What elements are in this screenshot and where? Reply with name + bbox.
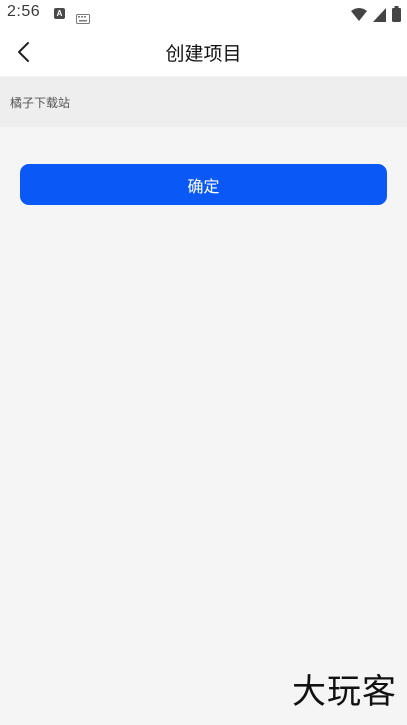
app-header: 创建项目	[0, 28, 407, 76]
keyboard-icon	[76, 9, 90, 28]
page-title: 创建项目	[165, 43, 242, 65]
project-name-input[interactable]	[10, 90, 390, 114]
status-icons	[351, 6, 401, 26]
confirm-button[interactable]: 确定	[20, 164, 387, 205]
wifi-icon	[351, 7, 367, 26]
watermark-logo: 大玩客	[292, 672, 397, 712]
notification-a-icon: A	[54, 8, 65, 19]
project-name-row	[0, 77, 407, 127]
status-time: 2:56	[7, 3, 41, 20]
battery-icon	[392, 6, 401, 26]
status-bar: 2:56 A	[0, 0, 407, 28]
signal-icon	[373, 7, 386, 26]
